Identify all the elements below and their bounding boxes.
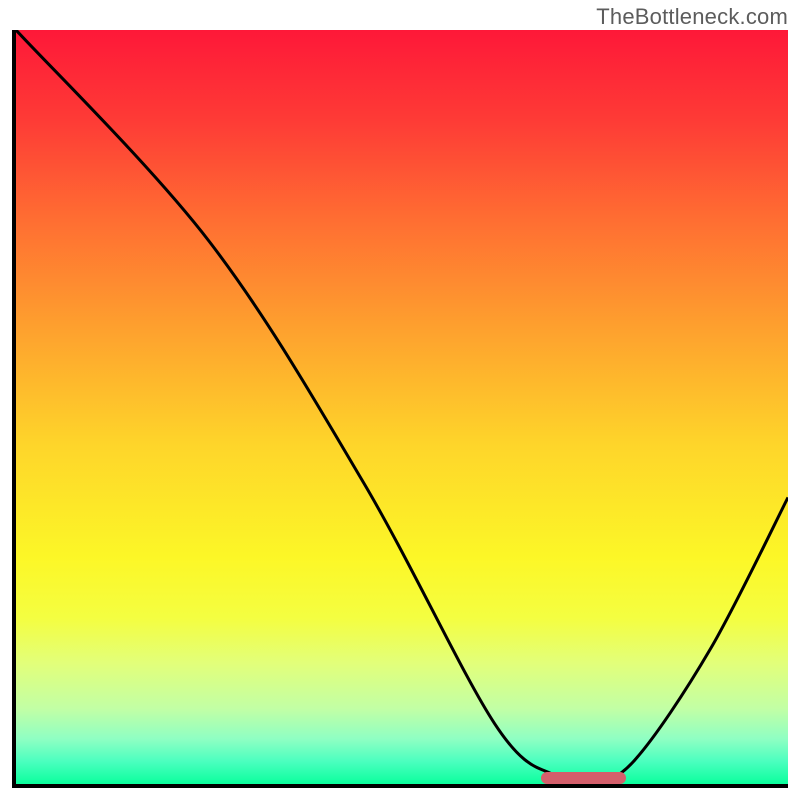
chart-plot-area	[12, 30, 788, 788]
optimal-range-marker	[541, 772, 626, 784]
bottleneck-curve	[16, 30, 788, 784]
watermark-text: TheBottleneck.com	[596, 4, 788, 30]
